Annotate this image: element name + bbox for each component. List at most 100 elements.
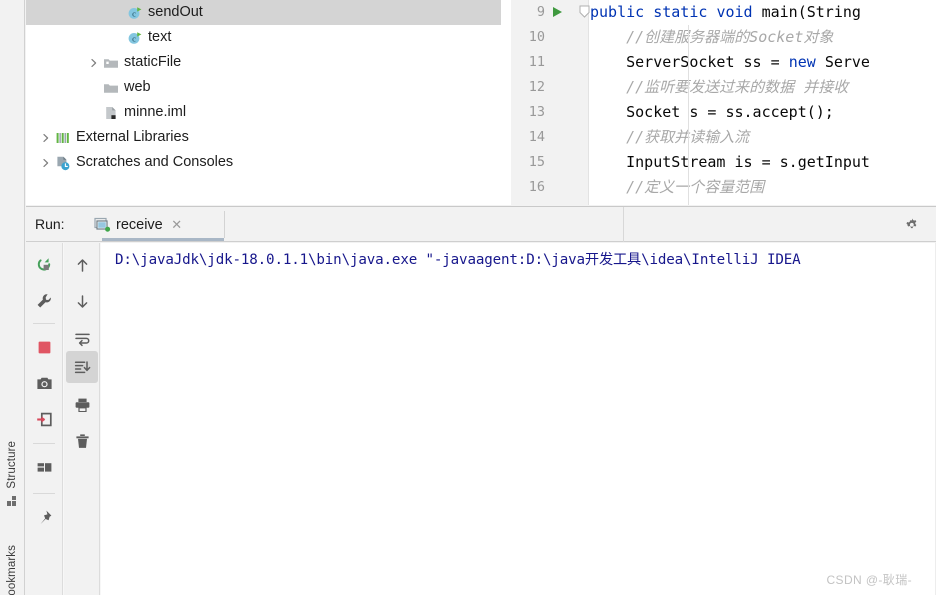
code-fold-icon[interactable] xyxy=(579,5,590,23)
code-line[interactable]: //监听要发送过来的数据 并接收 xyxy=(590,75,936,100)
layout-icon[interactable] xyxy=(26,451,62,483)
chevron-right-icon[interactable] xyxy=(86,50,102,75)
trash-icon[interactable] xyxy=(64,425,100,457)
code-text: InputStream is = s.getInput xyxy=(626,153,870,171)
code-comment: //创建服务器端的Socket对象 xyxy=(626,28,834,46)
tree-item-external-libraries[interactable]: External Libraries xyxy=(26,125,501,150)
tree-item-sendout[interactable]: c sendOut xyxy=(26,0,501,25)
tree-item-web[interactable]: web xyxy=(26,75,501,100)
structure-icon xyxy=(7,495,18,507)
code-line[interactable]: ServerSocket ss = new Serve xyxy=(590,50,936,75)
gutter-line[interactable]: 10 xyxy=(511,25,588,50)
stop-icon[interactable] xyxy=(26,331,62,363)
rerun-icon[interactable] xyxy=(26,249,62,281)
rail-structure-label: Structure xyxy=(6,441,18,489)
run-window-body: D:\javaJdk\jdk-18.0.1.1\bin\java.exe "-j… xyxy=(26,243,936,595)
tree-item-text[interactable]: c text xyxy=(26,25,501,50)
gear-icon[interactable] xyxy=(894,207,928,242)
code-line[interactable]: //获取并读输入流 xyxy=(590,125,936,150)
tree-item-scratches-and-consoles[interactable]: Scratches and Consoles xyxy=(26,150,501,175)
gutter-line[interactable]: 9 xyxy=(511,0,590,25)
close-icon[interactable]: ✕ xyxy=(171,218,183,231)
libraries-icon xyxy=(54,125,72,150)
tree-item-label: sendOut xyxy=(148,4,203,20)
line-number: 9 xyxy=(536,4,545,20)
tree-item-label: web xyxy=(124,79,151,95)
code-text: Socket s = ss.accept(); xyxy=(626,103,834,121)
header-divider-1 xyxy=(224,211,225,238)
gutter-line[interactable]: 11 xyxy=(511,50,588,75)
line-number: 14 xyxy=(528,129,545,145)
editor-gutter[interactable]: 9 10 11 12 13 14 15 16 xyxy=(511,0,590,205)
code-keyword: public xyxy=(590,3,654,21)
toolbar-separator xyxy=(33,323,55,324)
rail-bookmarks-label: ookmarks xyxy=(6,544,18,595)
chevron-right-icon[interactable] xyxy=(38,150,54,175)
pin-icon[interactable] xyxy=(26,501,62,533)
export-icon[interactable] xyxy=(26,403,62,435)
code-line[interactable]: //定义一个容量范围 xyxy=(590,175,936,200)
run-tab-active-underline xyxy=(102,238,224,241)
rail-button-structure[interactable]: Structure xyxy=(0,418,25,530)
tree-item-minne-iml[interactable]: minne.iml xyxy=(26,100,501,125)
run-window-label: Run: xyxy=(35,216,65,232)
code-line[interactable]: InputStream is = s.getInput xyxy=(590,150,936,175)
tree-item-label: Scratches and Consoles xyxy=(76,154,234,170)
left-tool-rail: Structure ookmarks xyxy=(0,0,25,595)
console-output-panel[interactable]: D:\javaJdk\jdk-18.0.1.1\bin\java.exe "-j… xyxy=(101,243,936,595)
gutter-line[interactable]: 12 xyxy=(511,75,588,100)
tree-item-staticfile[interactable]: staticFile xyxy=(26,50,501,75)
gutter-line[interactable]: 13 xyxy=(511,100,588,125)
code-keyword: void xyxy=(716,3,762,21)
tree-item-label: text xyxy=(148,29,172,45)
code-text: ServerSocket ss = xyxy=(626,53,789,71)
scratches-icon xyxy=(54,150,72,175)
run-gutter-icon[interactable] xyxy=(553,7,562,17)
arrow-down-icon[interactable] xyxy=(64,285,100,317)
tree-arrow-placeholder xyxy=(86,100,102,125)
arrow-up-icon[interactable] xyxy=(64,249,100,281)
code-keyword: static xyxy=(653,3,717,21)
wrench-icon[interactable] xyxy=(26,285,62,317)
code-line[interactable]: public static void main(String xyxy=(590,0,936,25)
line-number: 10 xyxy=(528,29,545,45)
iml-file-icon xyxy=(102,100,120,125)
code-line[interactable]: Socket s = ss.accept(); xyxy=(590,100,936,125)
java-class-icon: c xyxy=(126,25,144,50)
scroll-to-end-icon[interactable] xyxy=(66,351,98,383)
camera-icon[interactable] xyxy=(26,367,62,399)
chevron-right-icon[interactable] xyxy=(38,125,54,150)
gutter-line[interactable]: 15 xyxy=(511,150,588,175)
print-icon[interactable] xyxy=(64,389,100,421)
tree-item-label: External Libraries xyxy=(76,129,189,145)
editor-code-area[interactable]: public static void main(String //创建服务器端的… xyxy=(590,0,936,205)
run-tab-receive[interactable]: receive ✕ xyxy=(88,207,189,242)
project-tree[interactable]: c sendOut c text staticFile web minne.iml Exter… xyxy=(26,0,501,205)
header-divider-2 xyxy=(623,207,624,242)
rail-button-bookmarks[interactable]: ookmarks xyxy=(0,535,25,595)
line-number: 15 xyxy=(528,154,545,170)
tree-item-label: minne.iml xyxy=(124,104,187,120)
code-text: main(String xyxy=(761,3,861,21)
code-line[interactable]: //创建服务器端的Socket对象 xyxy=(590,25,936,50)
gutter-line[interactable]: 14 xyxy=(511,125,588,150)
line-number: 12 xyxy=(528,79,545,95)
run-tool-window: Run: receive ✕ D:\javaJdk\jdk-18.0.1.1\b… xyxy=(26,206,936,595)
run-tab-label: receive xyxy=(116,216,163,233)
folder-icon xyxy=(102,75,120,100)
gutter-line[interactable]: 16 xyxy=(511,175,588,200)
toolbar-separator xyxy=(33,443,55,444)
tree-arrow-placeholder xyxy=(110,25,126,50)
run-toolbar-left xyxy=(26,243,63,595)
code-comment: //监听要发送过来的数据 并接收 xyxy=(626,78,849,96)
toolbar-separator xyxy=(33,493,55,494)
java-class-icon: c xyxy=(126,0,144,25)
code-editor[interactable]: 9 10 11 12 13 14 15 16 public static void main(… xyxy=(501,0,936,205)
console-output-line: D:\javaJdk\jdk-18.0.1.1\bin\java.exe "-j… xyxy=(115,252,801,268)
